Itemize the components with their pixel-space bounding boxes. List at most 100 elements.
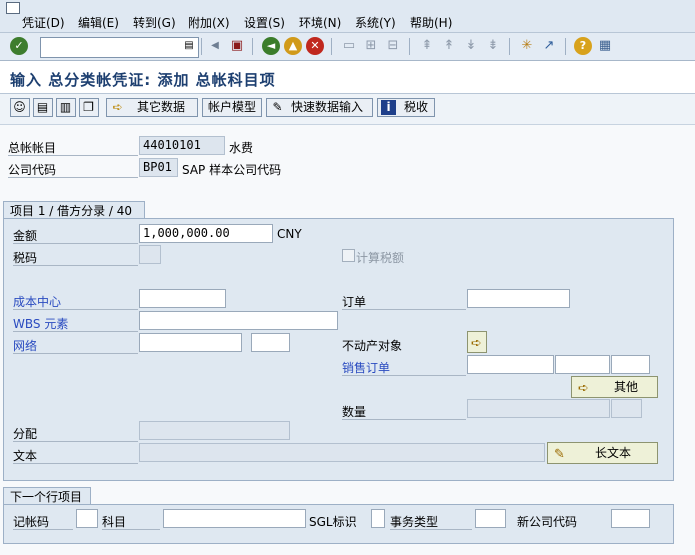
label-underline — [342, 419, 466, 420]
menu-edit[interactable]: 编辑(E) — [78, 14, 119, 31]
cost-center-field[interactable] — [139, 289, 226, 308]
doc-overview-icon[interactable]: ▤ — [33, 98, 53, 117]
order-field[interactable] — [467, 289, 570, 308]
text-field[interactable] — [139, 443, 545, 462]
last-page-icon: ⇟ — [487, 38, 499, 53]
next-page-icon: ↡ — [465, 38, 477, 53]
create-session-icon[interactable]: ✳ — [518, 37, 536, 55]
label-underline — [13, 441, 138, 442]
command-history-icon[interactable]: ▤ — [180, 37, 198, 55]
assignment-label: 分配 — [13, 427, 38, 441]
account-field[interactable] — [163, 509, 306, 528]
menu-help[interactable]: 帮助(H) — [410, 14, 452, 31]
toolbar-separator — [331, 38, 332, 55]
layout-icon[interactable]: ▦ — [596, 37, 614, 55]
calc-tax-checkbox — [342, 249, 355, 262]
gl-account-field: 44010101 — [139, 136, 225, 155]
label-underline — [13, 463, 138, 464]
label-underline — [390, 529, 472, 530]
fast-entry-icon: ✎ — [272, 100, 283, 114]
menu-settings[interactable]: 设置(S) — [244, 14, 285, 31]
cost-center-label[interactable]: 成本中心 — [13, 293, 61, 310]
label-underline — [13, 331, 138, 332]
menu-environment[interactable]: 环境(N) — [299, 14, 341, 31]
sgl-indicator-field[interactable] — [371, 509, 385, 528]
company-code-field: BP01 — [139, 158, 178, 177]
new-company-code-field[interactable] — [611, 509, 650, 528]
transaction-type-field[interactable] — [475, 509, 506, 528]
new-company-code-label: 新公司代码 — [517, 515, 578, 529]
real-estate-label: 不动产对象 — [342, 339, 403, 353]
label-underline — [8, 177, 138, 178]
other-button[interactable]: ➪ 其他 — [571, 376, 658, 398]
arrow-right-icon: ➪ — [471, 336, 482, 351]
toolbar-separator — [509, 38, 510, 55]
exit-icon[interactable]: ▲ — [284, 37, 302, 55]
label-underline — [13, 265, 138, 266]
posting-key-field[interactable] — [76, 509, 98, 528]
sales-order-field[interactable] — [467, 355, 554, 374]
label-underline — [13, 243, 138, 244]
arrow-right-icon: ➪ — [578, 381, 589, 396]
network-label[interactable]: 网络 — [13, 337, 37, 354]
toolbar-separator — [252, 38, 253, 55]
menu-goto[interactable]: 转到(G) — [133, 14, 176, 31]
left-arrow-icon[interactable]: ◀ — [206, 37, 224, 55]
previous-page-icon: ↟ — [443, 38, 455, 53]
network-activity-field[interactable] — [251, 333, 290, 352]
back-icon[interactable]: ◄ — [262, 37, 280, 55]
command-field[interactable] — [40, 37, 199, 58]
label-underline — [13, 529, 73, 530]
system-menu-icon[interactable] — [6, 2, 20, 14]
quantity-field — [467, 399, 610, 418]
menu-extras[interactable]: 附加(X) — [188, 14, 230, 31]
tax-button[interactable]: i 税收 — [377, 98, 435, 117]
label-underline — [13, 309, 138, 310]
network-field[interactable] — [139, 333, 242, 352]
copy-icon[interactable]: ❐ — [79, 98, 99, 117]
amount-label: 金额 — [13, 229, 38, 243]
wbs-element-label[interactable]: WBS 元素 — [13, 315, 68, 332]
unit-field — [611, 399, 642, 418]
menu-system[interactable]: 系统(Y) — [355, 14, 396, 31]
menu-document[interactable]: 凭证(D) — [22, 14, 65, 31]
help-icon[interactable]: ? — [574, 37, 592, 55]
gl-account-desc: 水费 — [229, 141, 254, 155]
toolbar-separator — [565, 38, 566, 55]
menu-bar: 凭证(D) 编辑(E) 转到(G) 附加(X) 设置(S) 环境(N) 系统(Y… — [0, 0, 695, 33]
long-text-button[interactable]: ✎ 长文本 — [547, 442, 658, 464]
fast-entry-button[interactable]: ✎ 快速数据输入 — [266, 98, 373, 117]
enter-check-icon[interactable]: ✓ — [10, 37, 28, 55]
sgl-indicator-label: SGL标识 — [309, 515, 357, 529]
info-icon: i — [381, 100, 396, 115]
arrow-right-icon: ➪ — [112, 100, 123, 114]
tax-code-field — [139, 245, 161, 264]
simulate-icon[interactable]: ▥ — [56, 98, 76, 117]
calc-tax-label: 计算税额 — [356, 251, 405, 265]
label-underline — [342, 309, 466, 310]
currency-label: CNY — [277, 227, 302, 241]
text-label: 文本 — [13, 449, 38, 463]
find-next-icon: ⊟ — [387, 38, 399, 53]
application-toolbar: ☺ ▤ ▥ ❐ ➪ 其它数据 帐户模型 ✎ 快速数据输入 i 税收 — [0, 94, 695, 125]
toolbar-separator — [409, 38, 410, 55]
assignment-field[interactable] — [139, 421, 290, 440]
user-icon[interactable]: ☺ — [10, 98, 30, 117]
other-data-button[interactable]: ➪ 其它数据 — [106, 98, 198, 117]
sales-order-item-field[interactable] — [555, 355, 610, 374]
toolbar-separator — [201, 38, 202, 55]
shortcut-icon[interactable]: ↗ — [540, 37, 558, 55]
transaction-type-label: 事务类型 — [390, 515, 439, 529]
sales-order-schedule-field[interactable] — [611, 355, 650, 374]
account-model-button[interactable]: 帐户模型 — [202, 98, 262, 117]
amount-field[interactable]: 1,000,000.00 — [139, 224, 273, 243]
wbs-element-field[interactable] — [139, 311, 338, 330]
cancel-icon[interactable]: ✕ — [306, 37, 324, 55]
save-icon[interactable]: ▣ — [228, 37, 246, 55]
label-underline — [8, 155, 138, 156]
quantity-label: 数量 — [342, 405, 367, 419]
find-icon: ⊞ — [365, 38, 377, 53]
gl-account-label: 总帐帐目 — [8, 141, 57, 155]
real-estate-button[interactable]: ➪ — [467, 331, 487, 353]
sales-order-label[interactable]: 销售订单 — [342, 359, 390, 376]
